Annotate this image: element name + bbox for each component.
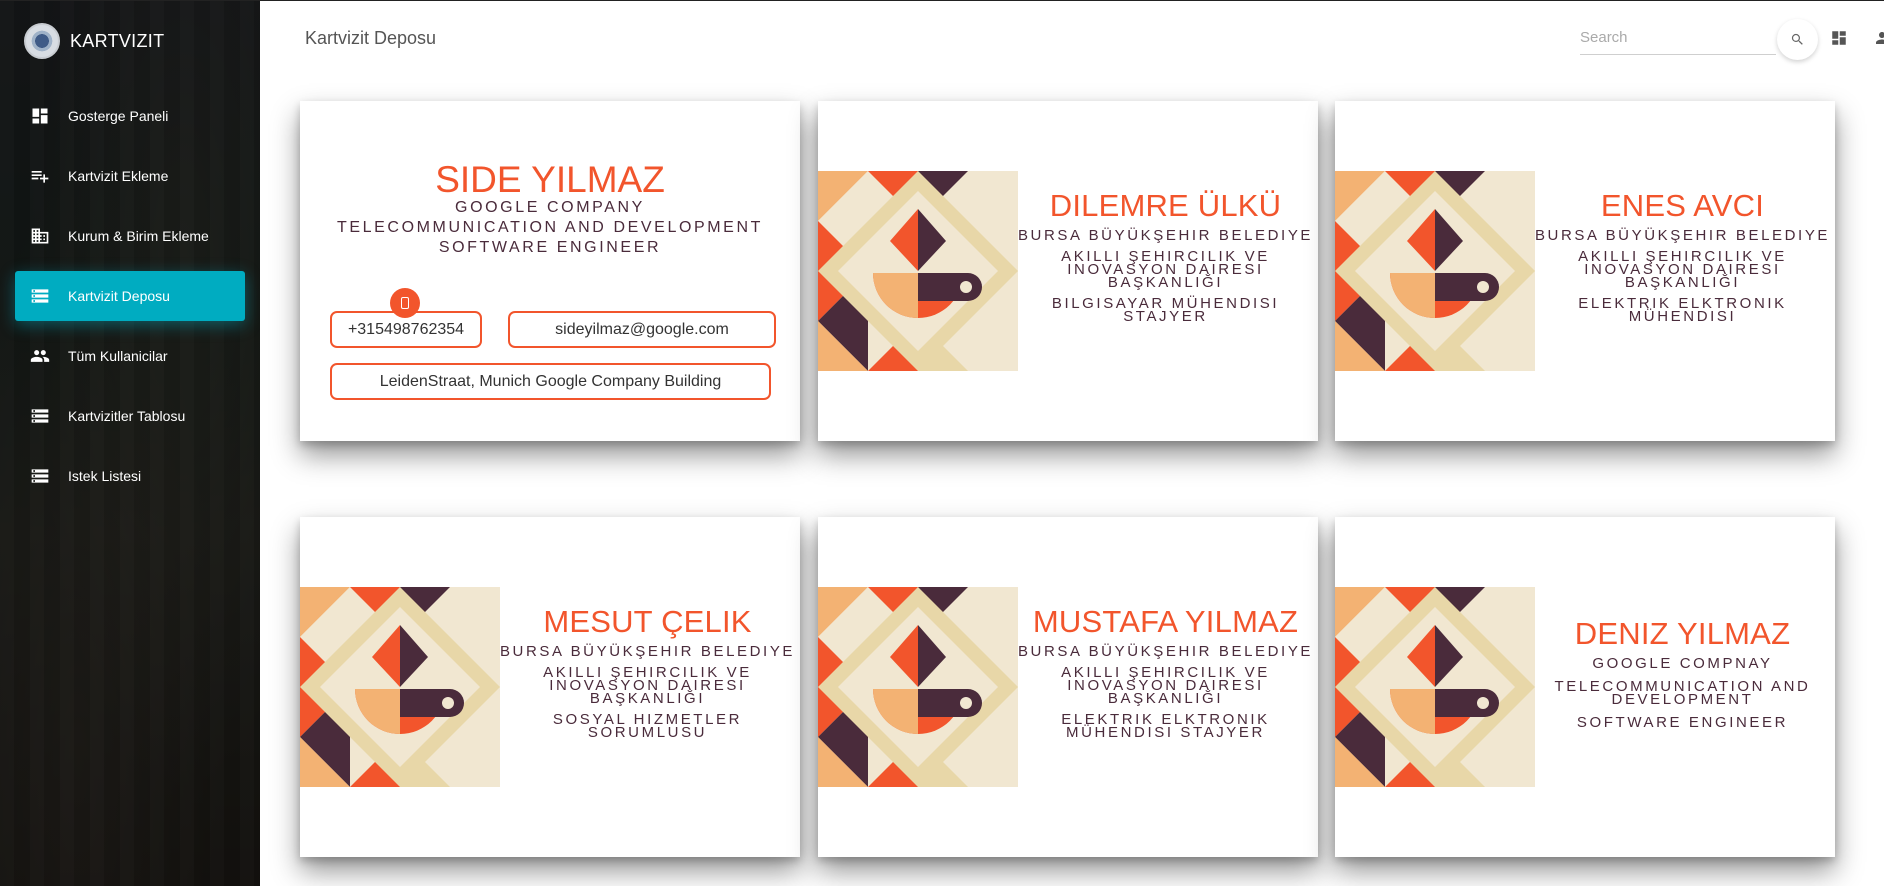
sidebar-item-gosterge-paneli[interactable]: Gosterge Paneli [15, 91, 245, 141]
sidebar-nav: Gosterge Paneli Kartvizit Ekleme Kurum &… [15, 91, 245, 511]
card-company: BURSA BÜYÜKŞEHIR BELEDIYE [1017, 227, 1314, 244]
dashboard-button[interactable] [1830, 29, 1848, 47]
card-name: DENIZ YILMAZ [1574, 616, 1791, 651]
sidebar-item-kurum-birim-ekleme[interactable]: Kurum & Birim Ekleme [15, 211, 245, 261]
card-company: BURSA BÜYÜKŞEHIR BELEDIYE [1534, 227, 1831, 244]
sidebar-item-label: Kurum & Birim Ekleme [68, 228, 209, 244]
sidebar-item-label: Tüm Kullanicilar [68, 348, 168, 364]
sidebar-item-label: Istek Listesi [68, 468, 142, 484]
card-department: AKILLI ŞEHIRCILIK VE INOVASYON DAIRESI B… [1061, 248, 1270, 291]
sidebar-item-tum-kullanicilar[interactable]: Tüm Kullanicilar [15, 331, 245, 381]
sidebar-item-label: Kartvizitler Tablosu [68, 408, 186, 424]
dashboard-icon [30, 106, 50, 126]
card-title: SOFTWARE ENGINEER [1576, 714, 1789, 731]
card-company: BURSA BÜYÜKŞEHIR BELEDIYE [499, 643, 796, 660]
user-button[interactable] [1873, 29, 1884, 47]
brand[interactable]: KARTVIZIT [24, 23, 164, 59]
search-icon [1791, 33, 1803, 45]
card-name: DILEMRE ÜLKÜ [1049, 188, 1282, 223]
card-artwork [1335, 587, 1535, 787]
card-company: BURSA BÜYÜKŞEHIR BELEDIYE [1017, 643, 1314, 660]
search-input[interactable] [1580, 21, 1776, 55]
card-title: ELEKTRIK ELKTRONIK MÜHENDISI STAJYER [1061, 711, 1270, 741]
business-card[interactable]: DENIZ YILMAZ GOOGLE COMPNAY TELECOMMUNIC… [1335, 517, 1835, 857]
card-title: SOSYAL HIZMETLER SORUMLUSU [552, 711, 743, 741]
business-card[interactable]: SIDE YILMAZ GOOGLE COMPANY TELECOMMUNICA… [300, 101, 800, 441]
card-artwork [818, 587, 1018, 787]
card-department: TELECOMMUNICATION AND DEVELOPMENT [337, 219, 763, 236]
brand-logo [24, 23, 60, 59]
people-icon [30, 346, 50, 366]
card-address[interactable]: LeidenStraat, Munich Google Company Buil… [330, 363, 771, 400]
dashboard-icon [1832, 31, 1846, 45]
storage-icon [30, 406, 50, 426]
card-name: ENES AVCI [1600, 188, 1765, 223]
card-department: AKILLI ŞEHIRCILIK VE INOVASYON DAIRESI B… [1578, 248, 1787, 291]
building-icon [30, 226, 50, 246]
business-card[interactable]: DILEMRE ÜLKÜ BURSA BÜYÜKŞEHIR BELEDIYE A… [818, 101, 1318, 441]
page-title: Kartvizit Deposu [305, 28, 437, 48]
sidebar-item-kartvizitler-tablosu[interactable]: Kartvizitler Tablosu [15, 391, 245, 441]
card-name: SIDE YILMAZ [435, 159, 665, 200]
card-company: GOOGLE COMPANY [455, 199, 645, 216]
card-phone[interactable]: +315498762354 [330, 311, 482, 348]
storage-icon [30, 286, 50, 306]
storage-icon [30, 466, 50, 486]
card-department: AKILLI ŞEHIRCILIK VE INOVASYON DAIRESI B… [1061, 664, 1270, 707]
card-artwork [300, 587, 500, 787]
business-card[interactable]: MESUT ÇELIK BURSA BÜYÜKŞEHIR BELEDIYE AK… [300, 517, 800, 857]
search-button[interactable] [1777, 19, 1818, 60]
card-artwork [1335, 171, 1535, 371]
sidebar-item-label: Kartvizit Deposu [68, 288, 170, 304]
sidebar-item-istek-listesi[interactable]: Istek Listesi [15, 451, 245, 501]
card-name: MUSTAFA YILMAZ [1032, 604, 1299, 639]
person-icon [1876, 32, 1884, 44]
sidebar-item-label: Gosterge Paneli [68, 108, 169, 124]
business-card[interactable]: ENES AVCI BURSA BÜYÜKŞEHIR BELEDIYE AKIL… [1335, 101, 1835, 441]
sidebar-item-label: Kartvizit Ekleme [68, 168, 169, 184]
card-company: GOOGLE COMPNAY [1592, 655, 1773, 672]
card-title: BILGISAYAR MÜHENDISI STAJYER [1051, 295, 1280, 325]
brand-name: KARTVIZIT [70, 30, 165, 51]
card-department: AKILLI ŞEHIRCILIK VE INOVASYON DAIRESI B… [543, 664, 752, 707]
sidebar-item-kartvizit-ekleme[interactable]: Kartvizit Ekleme [15, 151, 245, 201]
card-artwork [818, 171, 1018, 371]
card-department: TELECOMMUNICATION AND DEVELOPMENT [1554, 678, 1811, 708]
card-title: SOFTWARE ENGINEER [438, 239, 662, 256]
playlist-add-icon [30, 166, 50, 186]
sidebar: KARTVIZIT Gosterge Paneli Kartvizit Ekle… [0, 1, 260, 886]
card-title: ELEKTRIK ELKTRONIK MÜHENDISI [1578, 295, 1787, 325]
business-card[interactable]: MUSTAFA YILMAZ BURSA BÜYÜKŞEHIR BELEDIYE… [818, 517, 1318, 857]
card-email[interactable]: sideyilmaz@google.com [508, 311, 776, 348]
card-name: MESUT ÇELIK [543, 604, 752, 639]
sidebar-item-kartvizit-deposu[interactable]: Kartvizit Deposu [15, 271, 245, 321]
